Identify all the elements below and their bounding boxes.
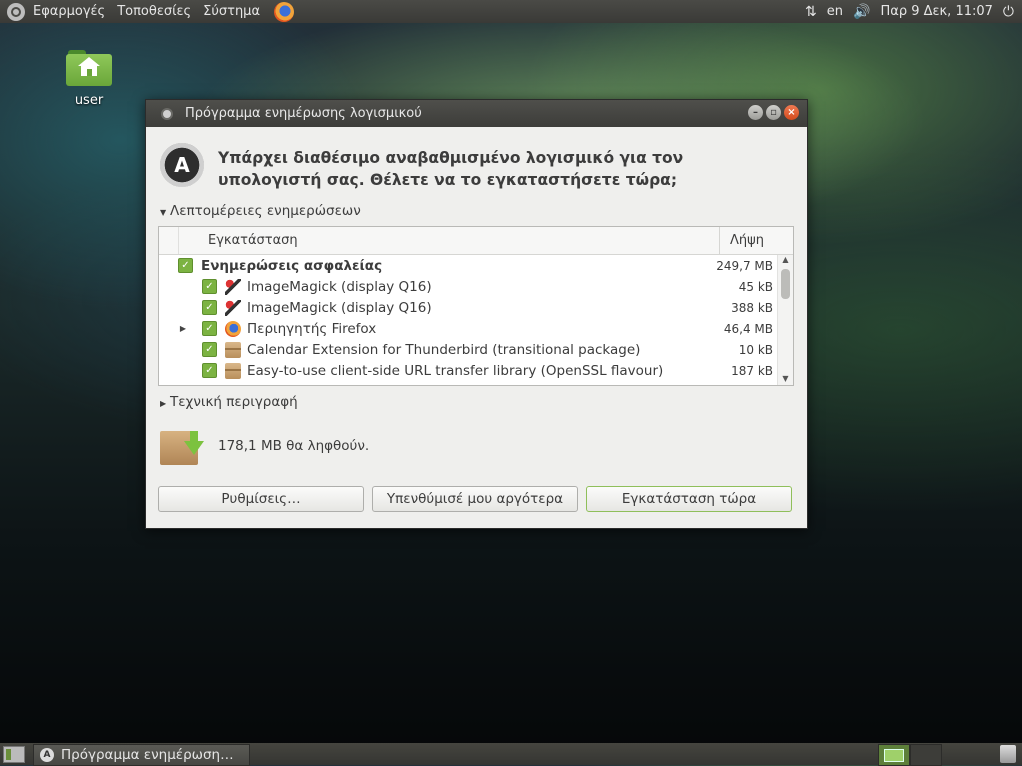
software-updater-task-icon: A bbox=[40, 748, 54, 762]
show-desktop-icon[interactable] bbox=[3, 746, 25, 763]
item-name: Calendar Extension for Thunderbird (tran… bbox=[247, 341, 641, 358]
menu-places[interactable]: Τοποθεσίες bbox=[117, 4, 191, 19]
install-now-button[interactable]: Εγκατάσταση τώρα bbox=[586, 486, 792, 512]
clock[interactable]: Παρ 9 Δεκ, 11:07 bbox=[880, 4, 992, 19]
volume-icon[interactable]: 🔊 bbox=[853, 4, 870, 20]
network-arrows-icon[interactable]: ⇅ bbox=[805, 4, 817, 20]
package-icon bbox=[225, 362, 241, 379]
taskbar-item-label: Πρόγραμμα ενημέρωση… bbox=[61, 747, 234, 763]
minimize-icon[interactable]: – bbox=[748, 105, 763, 120]
workspace-2[interactable] bbox=[910, 744, 942, 766]
list-scrollbar[interactable]: ▲ ▼ bbox=[777, 255, 793, 385]
expander-closed-icon: ▶ bbox=[160, 399, 167, 408]
checkbox[interactable]: ✓ bbox=[202, 279, 217, 294]
settings-button[interactable]: Ρυθμίσεις… bbox=[158, 486, 364, 512]
details-expander[interactable]: ▼ Λεπτομέρειες ενημερώσεων bbox=[160, 203, 361, 219]
software-updater-icon: A bbox=[160, 143, 204, 187]
menu-system[interactable]: Σύστημα bbox=[203, 4, 260, 19]
checkbox[interactable]: ✓ bbox=[202, 300, 217, 315]
list-item[interactable]: ✓ Ενημερώσεις ασφαλείας 249,7 MB bbox=[159, 255, 793, 276]
list-item[interactable]: ✓ Easy-to-use client-side URL transfer l… bbox=[159, 360, 793, 381]
list-header: Εγκατάσταση Λήψη bbox=[159, 227, 793, 255]
scroll-up-icon[interactable]: ▲ bbox=[778, 255, 793, 264]
scroll-down-icon[interactable]: ▼ bbox=[778, 374, 793, 383]
list-item[interactable]: ✓ Calendar Extension for Thunderbird (tr… bbox=[159, 339, 793, 360]
desktop-home-label: user bbox=[74, 93, 104, 108]
technical-description-label: Τεχνική περιγραφή bbox=[170, 394, 298, 410]
updates-list[interactable]: Εγκατάσταση Λήψη ✓ Ενημερώσεις ασφαλείας… bbox=[158, 226, 794, 386]
top-panel: Εφαρμογές Τοποθεσίες Σύστημα ⇅ en 🔊 Παρ … bbox=[0, 0, 1022, 23]
close-icon[interactable]: × bbox=[784, 105, 799, 120]
imagemagick-icon bbox=[225, 299, 241, 316]
dialog-headline: Υπάρχει διαθέσιμο αναβαθμισμένο λογισμικ… bbox=[218, 149, 684, 189]
item-name: Ενημερώσεις ασφαλείας bbox=[201, 257, 383, 274]
expand-arrow-icon[interactable]: ▶ bbox=[178, 324, 188, 333]
list-item[interactable]: ▶ ✓ Περιηγητής Firefox 46,4 MB bbox=[159, 318, 793, 339]
download-package-icon bbox=[160, 425, 204, 467]
item-name: Περιηγητής Firefox bbox=[247, 320, 377, 337]
scrollbar-thumb[interactable] bbox=[781, 269, 790, 299]
dialog-titlebar[interactable]: Πρόγραμμα ενημέρωσης λογισμικού – ▫ × bbox=[146, 100, 807, 127]
keyboard-layout-indicator[interactable]: en bbox=[827, 4, 843, 19]
expander-open-icon: ▼ bbox=[160, 208, 167, 217]
package-icon bbox=[225, 341, 241, 358]
desktop-home-folder[interactable]: user bbox=[60, 50, 118, 108]
imagemagick-icon bbox=[225, 278, 241, 295]
home-folder-icon bbox=[66, 50, 112, 86]
bottom-panel: A Πρόγραμμα ενημέρωση… bbox=[0, 743, 1022, 766]
checkbox[interactable]: ✓ bbox=[202, 321, 217, 336]
list-item[interactable]: ✓ ImageMagick (display Q16) 388 kB bbox=[159, 297, 793, 318]
dialog-title: Πρόγραμμα ενημέρωσης λογισμικού bbox=[185, 106, 422, 121]
taskbar-item-updater[interactable]: A Πρόγραμμα ενημέρωση… bbox=[33, 744, 250, 766]
item-name: ImageMagick (display Q16) bbox=[247, 299, 432, 316]
technical-description-expander[interactable]: ▶ Τεχνική περιγραφή bbox=[160, 394, 298, 410]
checkbox[interactable]: ✓ bbox=[202, 363, 217, 378]
list-item[interactable]: ✓ ImageMagick (display Q16) 45 kB bbox=[159, 276, 793, 297]
trash-icon[interactable] bbox=[1000, 745, 1016, 763]
details-expander-label: Λεπτομέρειες ενημερώσεων bbox=[170, 203, 361, 219]
maximize-icon[interactable]: ▫ bbox=[766, 105, 781, 120]
workspace-1[interactable] bbox=[878, 744, 910, 766]
item-name: ImageMagick (display Q16) bbox=[247, 278, 432, 295]
download-summary: 178,1 MB θα ληφθούν. bbox=[218, 438, 370, 454]
menu-applications[interactable]: Εφαρμογές bbox=[33, 4, 105, 19]
distro-logo-icon[interactable] bbox=[7, 2, 25, 21]
power-icon[interactable]: ⏻ bbox=[1003, 4, 1014, 20]
column-download[interactable]: Λήψη bbox=[719, 227, 777, 254]
remind-later-button[interactable]: Υπενθύμισέ μου αργότερα bbox=[372, 486, 578, 512]
window-menu-icon[interactable] bbox=[161, 107, 173, 120]
checkbox[interactable]: ✓ bbox=[178, 258, 193, 273]
item-name: Easy-to-use client-side URL transfer lib… bbox=[247, 362, 664, 379]
checkbox[interactable]: ✓ bbox=[202, 342, 217, 357]
software-updater-dialog: Πρόγραμμα ενημέρωσης λογισμικού – ▫ × A … bbox=[145, 99, 808, 529]
firefox-icon bbox=[225, 320, 241, 337]
firefox-launcher-icon[interactable] bbox=[274, 1, 295, 22]
column-install[interactable]: Εγκατάσταση bbox=[178, 227, 719, 254]
